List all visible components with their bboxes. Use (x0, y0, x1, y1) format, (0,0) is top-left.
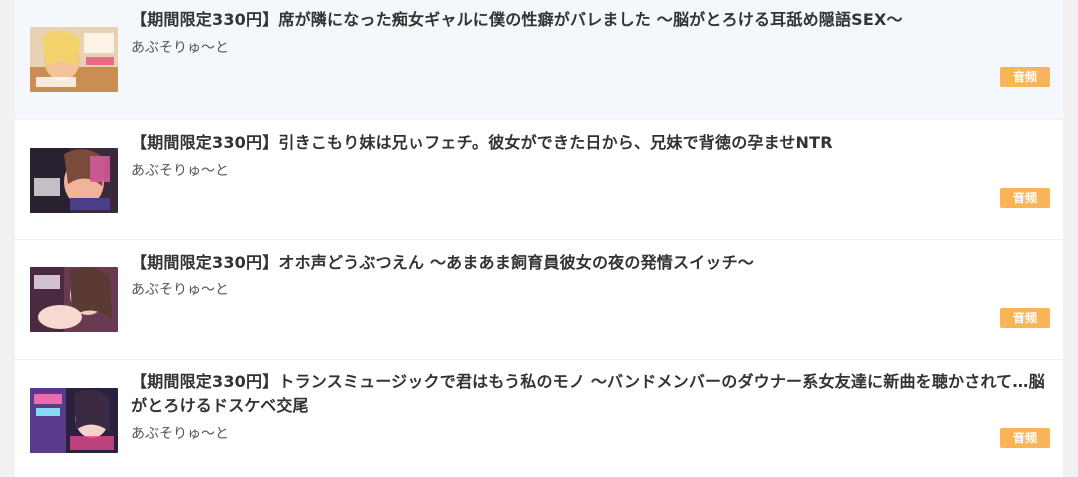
cover-thumbnail[interactable] (30, 267, 118, 332)
work-list: 【期間限定330円】席が隣になった痴女ギャルに僕の性癖がバレました ～脳がとろけ… (15, 0, 1063, 477)
cover-thumbnail[interactable] (30, 148, 118, 213)
list-item[interactable]: 【期間限定330円】トランスミュージックで君はもう私のモノ ～バンドメンバーのダ… (15, 360, 1063, 477)
work-title[interactable]: 【期間限定330円】席が隣になった痴女ギャルに僕の性癖がバレました ～脳がとろけ… (131, 8, 1051, 32)
work-title[interactable]: 【期間限定330円】オホ声どうぶつえん ～あまあま飼育員彼女の夜の発情スイッチ～ (131, 251, 1051, 275)
category-badge: 音频 (1000, 67, 1050, 87)
cover-thumbnail[interactable] (30, 388, 118, 453)
category-badge: 音频 (1000, 428, 1050, 448)
circle-name[interactable]: あぶそりゅ～と (131, 161, 229, 181)
circle-name[interactable]: あぶそりゅ～と (131, 424, 229, 444)
cover-thumbnail[interactable] (30, 27, 118, 92)
circle-name[interactable]: あぶそりゅ～と (131, 38, 229, 58)
work-title[interactable]: 【期間限定330円】引きこもり妹は兄ぃフェチ。彼女ができた日から、兄妹で背徳の孕… (131, 131, 1051, 155)
list-item[interactable]: 【期間限定330円】引きこもり妹は兄ぃフェチ。彼女ができた日から、兄妹で背徳の孕… (15, 120, 1063, 239)
category-badge: 音频 (1000, 188, 1050, 208)
list-item[interactable]: 【期間限定330円】席が隣になった痴女ギャルに僕の性癖がバレました ～脳がとろけ… (15, 0, 1063, 119)
work-title[interactable]: 【期間限定330円】トランスミュージックで君はもう私のモノ ～バンドメンバーのダ… (131, 370, 1051, 418)
list-item[interactable]: 【期間限定330円】オホ声どうぶつえん ～あまあま飼育員彼女の夜の発情スイッチ～… (15, 240, 1063, 359)
circle-name[interactable]: あぶそりゅ～と (131, 280, 229, 300)
category-badge: 音频 (1000, 308, 1050, 328)
